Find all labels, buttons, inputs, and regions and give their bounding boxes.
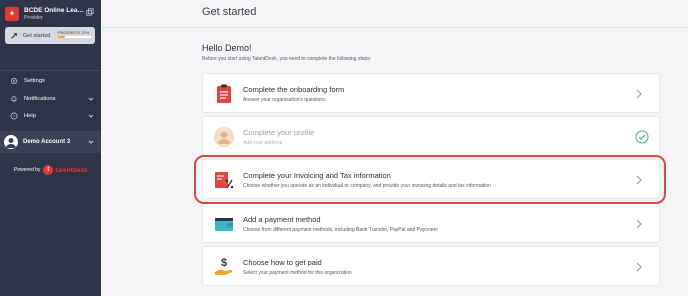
powered-by: Powered by t talentdesk (14, 165, 88, 175)
chevron-down-icon[interactable] (88, 113, 94, 119)
get-started-label: Get started (23, 32, 51, 39)
step-payment-method[interactable]: Add a payment method Choose from differe… (202, 203, 660, 243)
page-title: Get started (202, 6, 257, 18)
sidebar-item-help[interactable]: ? Help (0, 109, 101, 123)
clipboard-form-icon (217, 84, 231, 103)
talentdesk-logo-mark: t (43, 165, 54, 175)
gear-icon (11, 78, 17, 84)
talentdesk-logo: t talentdesk (43, 165, 88, 175)
progress-indicator: PROGRESS 20% (58, 31, 92, 38)
step-description: Select your payment method for this orga… (243, 270, 352, 276)
account-name: Demo Account 3 (23, 139, 71, 145)
chevron-down-icon[interactable] (88, 139, 94, 145)
svg-text:$: $ (221, 257, 227, 269)
step-title: Complete your profile (243, 128, 315, 137)
checkmark-circle-icon (635, 130, 649, 144)
sidebar-item-label: Help (24, 113, 36, 119)
step-title: Add a payment method (243, 215, 321, 224)
powered-by-label: Powered by (14, 167, 41, 173)
sidebar-item-label: Notifications (24, 96, 56, 102)
sidebar: ✦ BCDE Online Lear... Provider Get start… (0, 0, 101, 296)
chevron-right-icon[interactable] (635, 261, 643, 273)
organization-role: Provider (24, 14, 43, 21)
chevron-right-icon[interactable] (635, 218, 643, 230)
step-get-paid[interactable]: $ Choose how to get paid Select your pay… (202, 246, 660, 286)
sidebar-item-settings[interactable]: Settings (0, 74, 101, 88)
rocket-icon (11, 32, 17, 39)
highlight-outline (194, 155, 666, 204)
greeting: Hello Demo! (202, 43, 252, 53)
organization-name: BCDE Online Lear... (24, 6, 84, 14)
talentdesk-brand-name: talentdesk (55, 166, 88, 174)
hand-dollar-icon: $ (215, 257, 233, 275)
svg-text:?: ? (13, 114, 16, 119)
chevron-right-icon[interactable] (635, 88, 643, 100)
organization-logo: ✦ (5, 7, 19, 21)
progress-bar (58, 36, 92, 38)
step-description: Answer your organisation's questions (243, 97, 326, 103)
step-onboarding-form[interactable]: Complete the onboarding form Answer your… (202, 73, 660, 113)
step-title: Choose how to get paid (243, 258, 322, 267)
organization-switcher[interactable]: ✦ BCDE Online Lear... Provider (5, 5, 96, 23)
question-circle-icon: ? (10, 112, 18, 120)
wallet-icon (215, 218, 233, 231)
user-icon (6, 138, 16, 148)
sidebar-item-label: Settings (24, 78, 45, 84)
sidebar-divider (0, 70, 101, 71)
account-menu[interactable]: Demo Account 3 (0, 131, 101, 153)
step-profile[interactable]: Complete your profile Add your address (202, 116, 660, 156)
chevron-down-icon[interactable] (88, 96, 94, 102)
avatar (4, 135, 18, 149)
bell-icon (11, 96, 17, 103)
step-description: Add your address (243, 140, 283, 146)
progress-label: PROGRESS 20% (58, 31, 90, 35)
user-profile-icon (214, 127, 234, 147)
step-description: Choose from different payment methods, i… (243, 227, 439, 233)
step-title: Complete the onboarding form (243, 85, 345, 94)
header-divider (101, 27, 688, 28)
sidebar-item-notifications[interactable]: Notifications (0, 92, 101, 106)
get-started-nav-item[interactable]: Get started PROGRESS 20% (5, 27, 95, 44)
intro-text: Before you start using TalentDesk, you n… (202, 56, 372, 62)
progress-bar-fill (58, 36, 65, 38)
switch-organization-icon[interactable] (86, 8, 94, 16)
